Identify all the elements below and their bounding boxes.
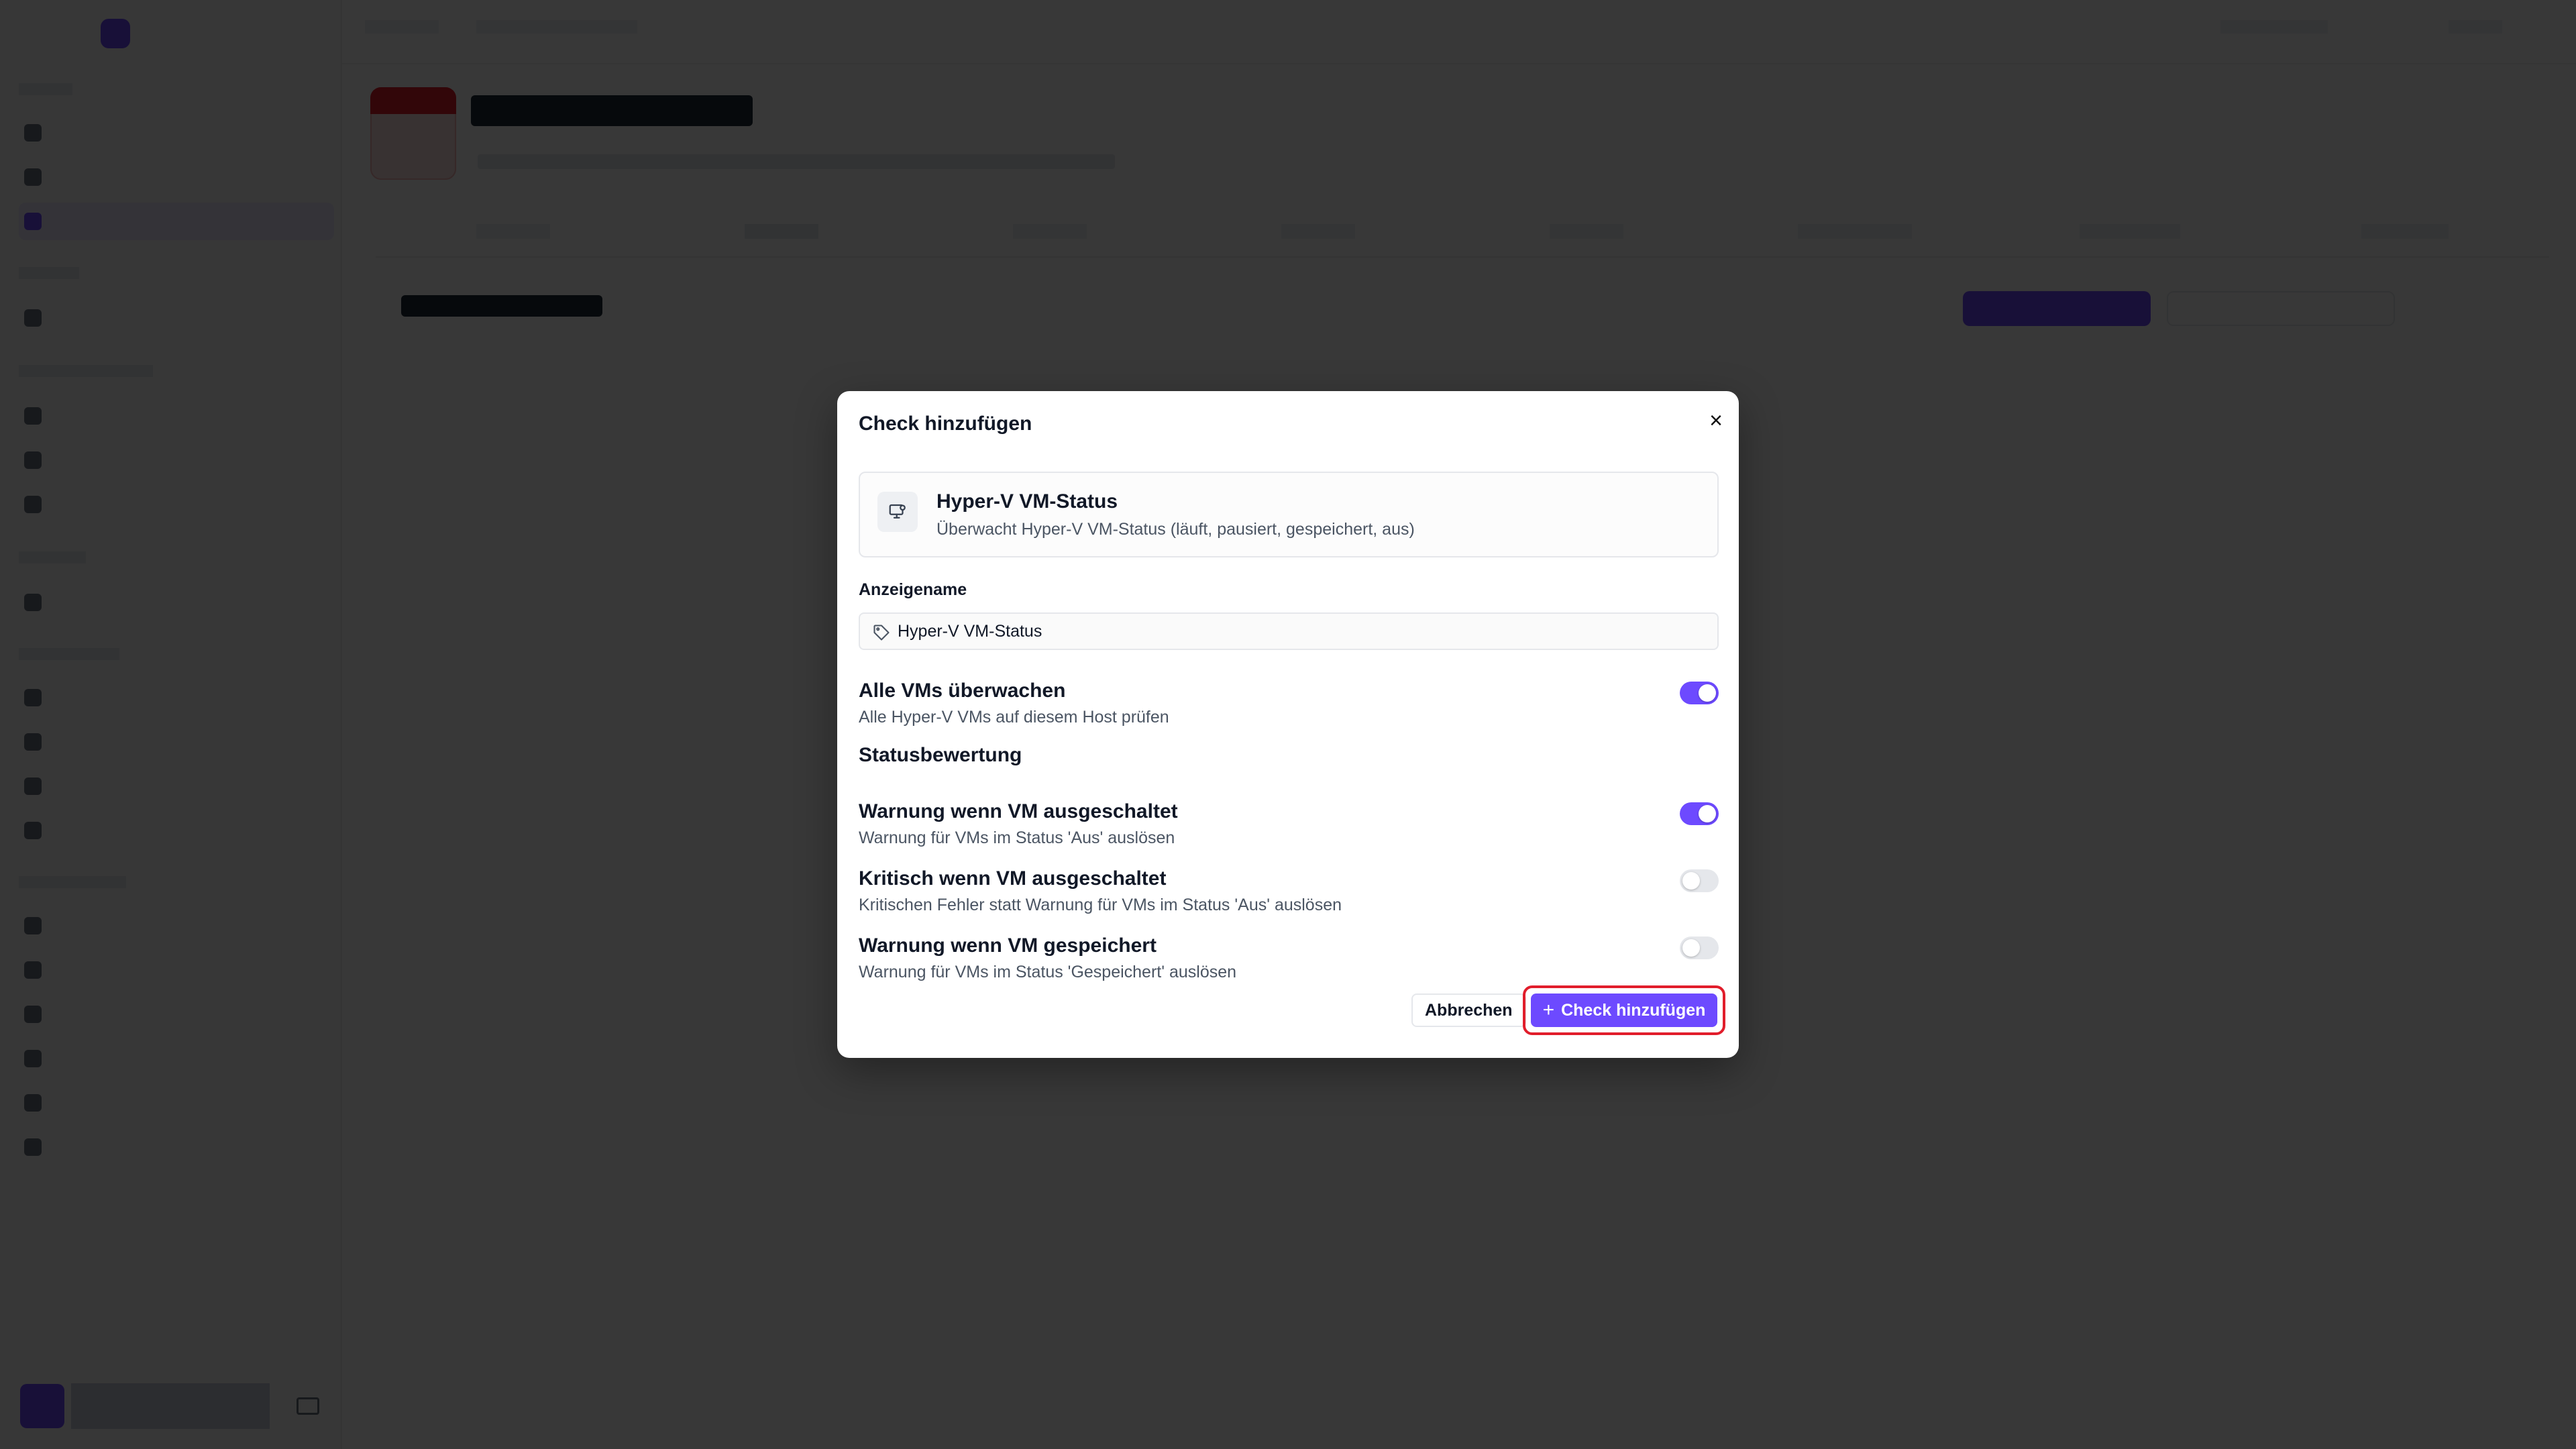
warn-saved-toggle[interactable] bbox=[1680, 936, 1719, 959]
toggle-knob bbox=[1699, 805, 1716, 822]
display-name-label: Anzeigename bbox=[859, 580, 967, 599]
crit-off-title: Kritisch wenn VM ausgeschaltet bbox=[859, 867, 1167, 890]
add-check-button[interactable]: + Check hinzufügen bbox=[1531, 994, 1717, 1027]
warn-off-toggle[interactable] bbox=[1680, 802, 1719, 825]
toggle-knob bbox=[1682, 872, 1700, 890]
check-description: Überwacht Hyper-V VM-Status (läuft, paus… bbox=[936, 520, 1415, 539]
close-icon[interactable]: × bbox=[1704, 409, 1728, 433]
display-name-field[interactable] bbox=[859, 612, 1719, 650]
dialog-title: Check hinzufügen bbox=[859, 413, 1032, 435]
warn-saved-description: Warnung für VMs im Status 'Gespeichert' … bbox=[859, 963, 1237, 981]
selected-check-card: Hyper-V VM-Status Überwacht Hyper-V VM-S… bbox=[859, 472, 1719, 557]
cancel-button[interactable]: Abbrechen bbox=[1411, 994, 1526, 1027]
add-check-button-label: Check hinzufügen bbox=[1561, 1000, 1706, 1020]
check-name: Hyper-V VM-Status bbox=[936, 490, 1118, 513]
crit-off-description: Kritischen Fehler statt Warnung für VMs … bbox=[859, 896, 1342, 914]
add-check-dialog: Check hinzufügen × Hyper-V VM-Status Übe… bbox=[837, 391, 1739, 1058]
display-name-input[interactable] bbox=[898, 614, 1703, 649]
warn-off-description: Warnung für VMs im Status 'Aus' auslösen bbox=[859, 828, 1175, 847]
all-vms-description: Alle Hyper-V VMs auf diesem Host prüfen bbox=[859, 708, 1169, 727]
all-vms-toggle[interactable] bbox=[1680, 682, 1719, 704]
crit-off-toggle[interactable] bbox=[1680, 869, 1719, 892]
status-section-heading: Statusbewertung bbox=[859, 744, 1022, 766]
warn-saved-title: Warnung wenn VM gespeichert bbox=[859, 934, 1157, 957]
plus-icon: + bbox=[1542, 999, 1555, 1021]
toggle-knob bbox=[1682, 939, 1700, 957]
monitor-gear-icon bbox=[877, 492, 918, 532]
all-vms-title: Alle VMs überwachen bbox=[859, 680, 1066, 702]
toggle-knob bbox=[1699, 684, 1716, 702]
tag-icon bbox=[873, 625, 890, 641]
warn-off-title: Warnung wenn VM ausgeschaltet bbox=[859, 800, 1178, 822]
